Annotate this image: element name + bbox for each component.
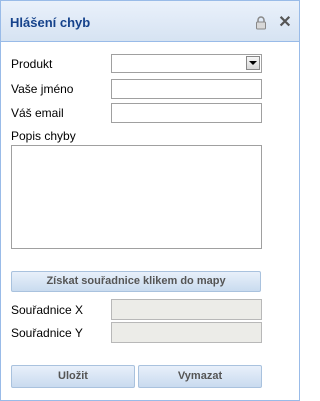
coord-x-input — [112, 300, 261, 319]
product-label: Produkt — [11, 57, 53, 71]
email-input[interactable] — [112, 104, 261, 122]
name-label: Vaše jméno — [11, 82, 74, 96]
coord-x-label: Souřadnice X — [11, 303, 84, 317]
lock-icon[interactable] — [253, 15, 269, 31]
coord-y-label: Souřadnice Y — [11, 326, 83, 340]
description-textarea[interactable] — [12, 146, 261, 248]
panel-title: Hlášení chyb — [10, 15, 91, 30]
product-select-value[interactable] — [112, 55, 261, 72]
dropdown-arrow-icon[interactable] — [246, 56, 260, 70]
name-input[interactable] — [112, 80, 261, 98]
save-button[interactable]: Uložit — [11, 365, 135, 388]
description-label: Popis chyby — [11, 129, 76, 143]
coord-y-field — [111, 322, 262, 343]
email-field[interactable] — [111, 103, 262, 123]
email-label: Váš email — [11, 106, 64, 120]
coord-y-input — [112, 323, 261, 342]
description-field[interactable] — [11, 145, 262, 249]
product-select[interactable] — [111, 54, 262, 73]
get-coordinates-button[interactable]: Získat souřadnice klikem do mapy — [11, 271, 261, 292]
close-icon[interactable]: ✕ — [277, 15, 293, 31]
coord-x-field — [111, 299, 262, 320]
clear-button[interactable]: Vymazat — [138, 365, 262, 388]
bug-report-panel: Hlášení chyb ✕ Produkt Vaše jméno Váš em… — [0, 0, 300, 401]
name-field[interactable] — [111, 79, 262, 99]
panel-header: Hlášení chyb ✕ — [1, 1, 299, 42]
